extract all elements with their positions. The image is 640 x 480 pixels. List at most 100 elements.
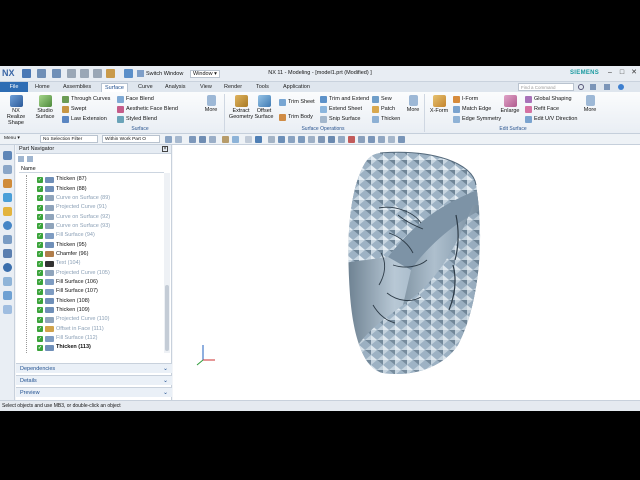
roles-icon[interactable]: [3, 277, 12, 286]
checkmark-icon[interactable]: ✓: [37, 186, 43, 193]
navigator-forward-icon[interactable]: [27, 156, 33, 162]
snap-intersect-icon[interactable]: [308, 136, 315, 143]
trim-and-extend-button[interactable]: Trim and Extend: [320, 95, 369, 103]
vase-model[interactable]: [173, 145, 640, 400]
tab-curve[interactable]: Curve: [135, 83, 156, 92]
enlarge-button[interactable]: Enlarge: [499, 95, 521, 114]
tree-row[interactable]: ✓ Thicken (113): [19, 343, 162, 352]
extend-sheet-button[interactable]: Extend Sheet: [320, 105, 362, 113]
snap-on-curve-icon[interactable]: [348, 136, 355, 143]
tree-row[interactable]: ✓ Curve on Surface (92): [19, 212, 162, 221]
navigator-scrollbar-thumb[interactable]: [165, 285, 169, 351]
zoom-icon[interactable]: [232, 136, 239, 143]
deselect-icon[interactable]: [209, 136, 216, 143]
tab-tools[interactable]: Tools: [253, 83, 272, 92]
tab-analysis[interactable]: Analysis: [162, 83, 188, 92]
tree-row[interactable]: ✓ Thicken (88): [19, 184, 162, 193]
vase-body[interactable]: [343, 145, 493, 400]
web-browser-icon[interactable]: [3, 221, 12, 230]
refit-face-button[interactable]: Refit Face: [525, 105, 559, 113]
snap-center-icon[interactable]: [318, 136, 325, 143]
more-operations-button[interactable]: More: [405, 95, 421, 113]
find-command-input[interactable]: Find a Command: [518, 83, 574, 91]
column-header-name[interactable]: Name: [19, 165, 164, 173]
checkmark-icon[interactable]: ✓: [37, 214, 43, 221]
select-all-icon[interactable]: [199, 136, 206, 143]
panel-dependencies[interactable]: Dependencies ⌄: [16, 363, 172, 373]
thicken-button[interactable]: Thicken: [372, 115, 400, 123]
trim-sheet-button[interactable]: Trim Sheet: [279, 98, 315, 106]
part-navigator-icon[interactable]: [3, 151, 12, 160]
hd3d-tools-icon[interactable]: [3, 207, 12, 216]
navigator-back-icon[interactable]: [18, 156, 24, 162]
constraint-navigator-icon[interactable]: [3, 179, 12, 188]
process-studio-icon[interactable]: [3, 263, 12, 272]
checkmark-icon[interactable]: ✓: [37, 344, 43, 351]
snap-point-icon[interactable]: [268, 136, 275, 143]
checkmark-icon[interactable]: ✓: [37, 326, 43, 333]
snap-arc-icon[interactable]: [388, 136, 395, 143]
more-surface-button[interactable]: More: [203, 95, 219, 113]
snap-quadrant-icon[interactable]: [328, 136, 335, 143]
snap-on-face-icon[interactable]: [358, 136, 365, 143]
graphics-window[interactable]: [173, 145, 640, 400]
tree-row[interactable]: ✓ Fill Surface (94): [19, 231, 162, 240]
snap-end-icon[interactable]: [278, 136, 285, 143]
i-form-button[interactable]: I-Form: [453, 95, 478, 103]
sew-button[interactable]: Sew: [372, 95, 392, 103]
tree-row[interactable]: ✓ Thicken (109): [19, 306, 162, 315]
filter-icon[interactable]: [175, 136, 182, 143]
patch-button[interactable]: Patch: [372, 105, 395, 113]
palette-icon[interactable]: [3, 291, 12, 300]
selection-scope-dropdown[interactable]: Within Work Part O: [102, 135, 160, 143]
checkmark-icon[interactable]: ✓: [37, 251, 43, 258]
checkmark-icon[interactable]: ✓: [37, 279, 43, 286]
panel-details[interactable]: Details ⌄: [16, 375, 172, 385]
checkmark-icon[interactable]: ✓: [37, 270, 43, 277]
close-button[interactable]: ✕: [628, 68, 640, 79]
assembly-navigator-icon[interactable]: [3, 165, 12, 174]
snap-existing-icon[interactable]: [338, 136, 345, 143]
checkmark-icon[interactable]: ✓: [37, 242, 43, 249]
maximize-button[interactable]: □: [616, 68, 628, 79]
tab-application[interactable]: Application: [280, 83, 313, 92]
x-form-button[interactable]: X-Form: [428, 95, 450, 114]
snap-pole-icon[interactable]: [378, 136, 385, 143]
offset-surface-button[interactable]: Offset Surface: [254, 95, 274, 120]
render-style-icon[interactable]: [255, 136, 262, 143]
tab-view[interactable]: View: [197, 83, 215, 92]
orient-view-icon[interactable]: [245, 136, 252, 143]
tree-row[interactable]: ✓ Curve on Surface (93): [19, 222, 162, 231]
search-icon[interactable]: [578, 84, 584, 90]
customize-icon[interactable]: [604, 84, 610, 90]
more-edit-button[interactable]: More: [582, 95, 598, 113]
extract-geometry-button[interactable]: Extract Geometry: [228, 95, 254, 120]
tree-row[interactable]: ✓ Projected Curve (110): [19, 315, 162, 324]
help-icon[interactable]: [618, 84, 624, 90]
view-icon[interactable]: [189, 136, 196, 143]
checkmark-icon[interactable]: ✓: [37, 232, 43, 239]
tree-row[interactable]: ✓ Chamfer (96): [19, 250, 162, 259]
tree-row[interactable]: ✓ Fill Surface (112): [19, 334, 162, 343]
aesthetic-face-blend-button[interactable]: Aesthetic Face Blend: [117, 105, 178, 113]
fit-icon[interactable]: [222, 136, 229, 143]
tree-row[interactable]: ✓ Curve on Surface (89): [19, 194, 162, 203]
tree-row[interactable]: ✓ Thicken (87): [19, 175, 162, 184]
history-icon[interactable]: [3, 235, 12, 244]
tree-row[interactable]: ✓ Thicken (108): [19, 296, 162, 305]
global-shaping-button[interactable]: Global Shaping: [525, 95, 572, 103]
tab-home[interactable]: Home: [32, 83, 53, 92]
trim-body-button[interactable]: Trim Body: [279, 113, 313, 121]
tab-render[interactable]: Render: [221, 83, 245, 92]
checkmark-icon[interactable]: ✓: [37, 307, 43, 314]
tree-row[interactable]: ✓ Projected Curve (91): [19, 203, 162, 212]
edge-symmetry-button[interactable]: Edge Symmetry: [453, 115, 501, 123]
checkmark-icon[interactable]: ✓: [37, 223, 43, 230]
panel-preview[interactable]: Preview ⌄: [16, 387, 172, 397]
snip-surface-button[interactable]: Snip Surface: [320, 115, 361, 123]
checkmark-icon[interactable]: ✓: [37, 260, 43, 267]
select-icon[interactable]: [165, 136, 172, 143]
through-curves-button[interactable]: Through Curves: [62, 95, 110, 103]
close-navigator-button[interactable]: ×: [162, 146, 168, 152]
settings-icon[interactable]: [3, 305, 12, 314]
